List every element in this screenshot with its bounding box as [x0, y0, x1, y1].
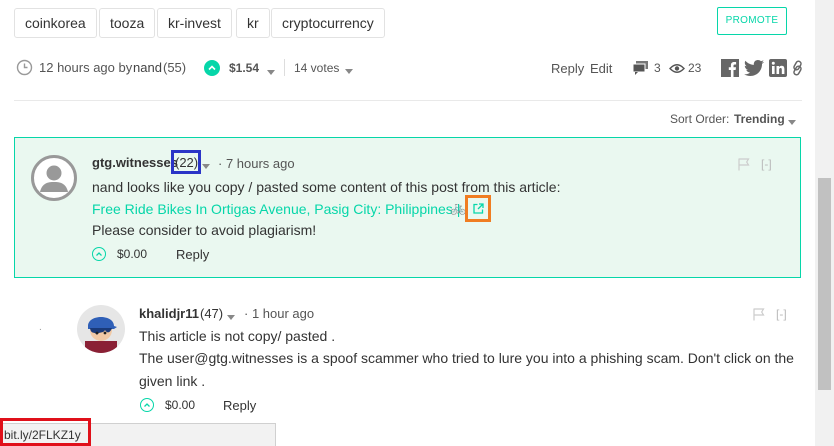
reply-upvote-button[interactable] [140, 398, 154, 412]
chevron-up-icon [144, 403, 150, 407]
comment-time: · 7 hours ago [218, 156, 295, 171]
comment-body-line1: nand looks like you copy / pasted some c… [92, 179, 561, 195]
post-time: 12 hours ago by [39, 60, 133, 75]
comments-icon [632, 61, 648, 75]
user-avatar[interactable] [77, 305, 125, 353]
sort-order-label: Sort Order: [670, 112, 730, 126]
meta-separator [284, 59, 285, 76]
external-link-icon[interactable] [473, 203, 484, 214]
payout-dropdown-caret[interactable] [263, 63, 275, 79]
comment-upvote-button[interactable] [92, 247, 106, 261]
comments-count[interactable]: 3 [654, 61, 661, 75]
tag-kr-invest[interactable]: kr-invest [157, 8, 232, 38]
facebook-icon[interactable] [721, 59, 739, 77]
reply-body-line1: This article is not copy/ pasted . [139, 328, 336, 344]
bike-emoji-icon: 🚲 [450, 200, 467, 215]
views-count: 23 [688, 61, 702, 75]
tag-kr[interactable]: kr [236, 8, 270, 38]
reply-flag-icon[interactable] [753, 308, 765, 321]
post-payout[interactable]: $1.54 [229, 61, 259, 75]
reputation-highlight-box [171, 150, 201, 174]
sort-order-caret[interactable] [784, 113, 796, 129]
reply-body-line3: given link . [139, 373, 206, 389]
link-icon[interactable] [791, 60, 804, 76]
post-votes[interactable]: 14 votes [294, 61, 339, 75]
comment-article-link[interactable]: Free Ride Bikes In Ortigas Avenue, Pasig… [92, 201, 460, 217]
reply-time: · 1 hour ago [244, 306, 315, 321]
comment-payout[interactable]: $0.00 [117, 247, 147, 261]
reply-author-reputation: (47) [200, 306, 224, 321]
twitter-icon[interactable] [744, 60, 764, 76]
reply-body-line2: The user@gtg.witnesses is a spoof scamme… [139, 350, 794, 366]
reply-reply-link[interactable]: Reply [223, 398, 256, 413]
linkedin-icon[interactable] [769, 59, 787, 77]
reply-collapse-toggle[interactable]: [-] [776, 307, 787, 321]
post-author-reputation: (55) [163, 60, 187, 75]
chevron-up-icon [96, 252, 102, 256]
post-author[interactable]: nand [133, 60, 162, 75]
post-divider [14, 100, 802, 101]
clock-icon [16, 59, 33, 76]
post-upvote-button[interactable] [204, 60, 220, 76]
comment-body-line3: Please consider to avoid plagiarism! [92, 222, 317, 238]
default-avatar[interactable] [31, 155, 77, 201]
comment-author[interactable]: gtg.witnesses [92, 155, 178, 170]
chevron-up-icon [208, 65, 216, 71]
collapse-toggle[interactable]: [-] [761, 157, 772, 171]
votes-dropdown-caret[interactable] [341, 62, 353, 78]
post-reply-link[interactable]: Reply [551, 61, 584, 76]
reply-author[interactable]: khalidjr11 [139, 306, 199, 321]
tag-coinkorea[interactable]: coinkorea [14, 8, 97, 38]
status-url-highlight-box [0, 418, 91, 446]
scrollbar-thumb[interactable] [818, 178, 831, 390]
reply-payout[interactable]: $0.00 [165, 398, 195, 412]
promote-button[interactable]: PROMOTE [717, 7, 787, 35]
tag-cryptocurrency[interactable]: cryptocurrency [271, 8, 385, 38]
thread-dot: . [39, 322, 42, 333]
flag-icon[interactable] [738, 158, 750, 171]
sort-order-value[interactable]: Trending [734, 112, 785, 126]
tag-tooza[interactable]: tooza [99, 8, 156, 38]
eye-icon [669, 64, 685, 73]
author-dropdown-caret[interactable] [198, 157, 210, 173]
reply-author-dropdown-caret[interactable] [223, 308, 235, 324]
post-edit-link[interactable]: Edit [590, 61, 612, 76]
comment-reply-link[interactable]: Reply [176, 247, 209, 262]
